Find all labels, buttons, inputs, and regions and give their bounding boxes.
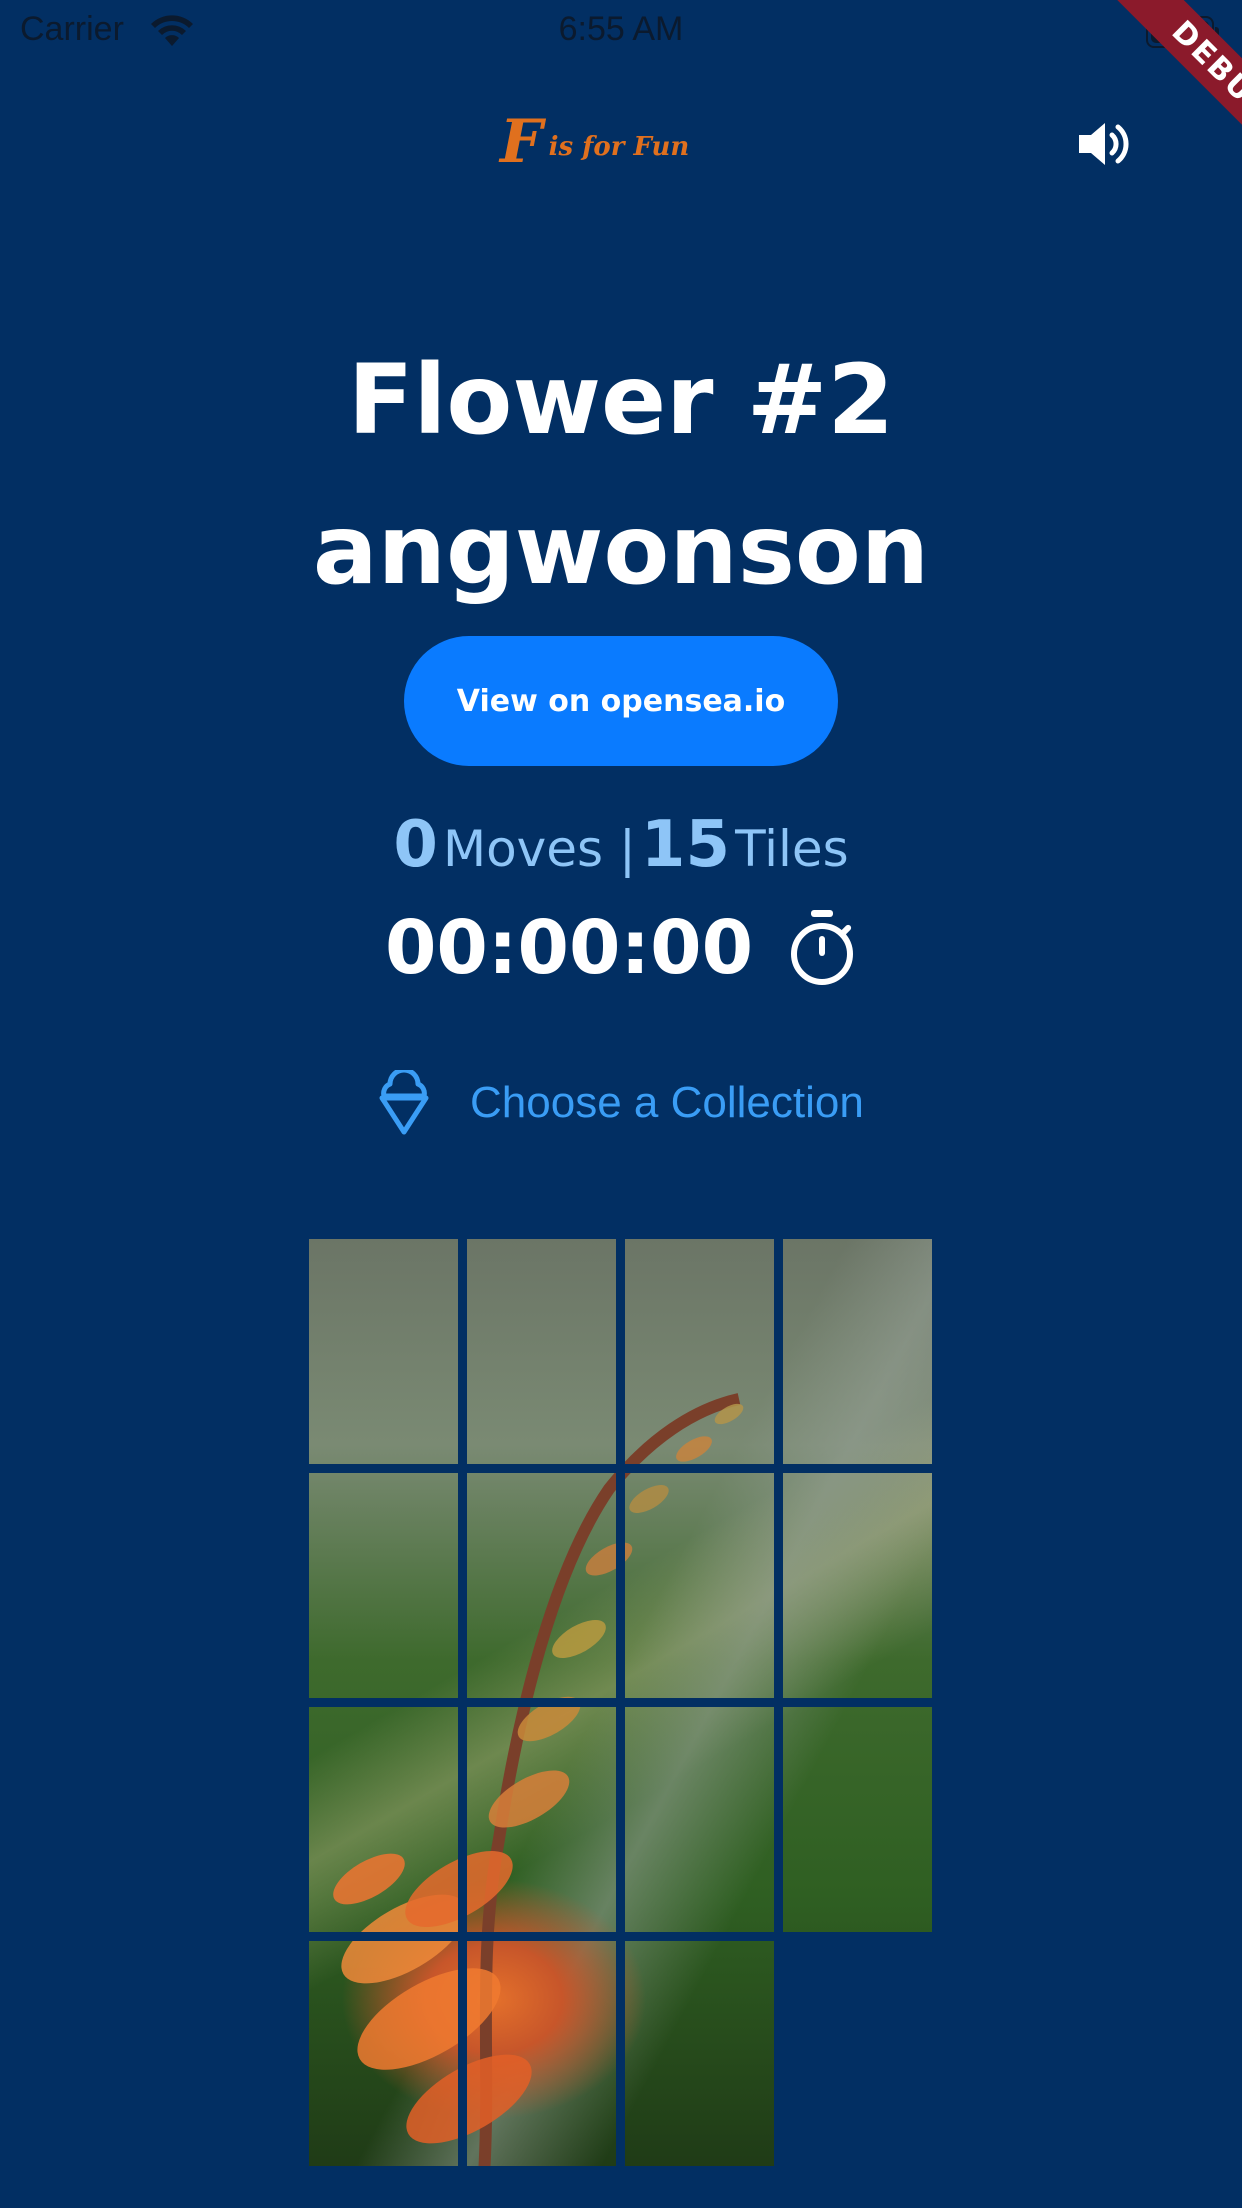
app-logo: F is for Fun bbox=[500, 112, 740, 172]
puzzle-tile[interactable] bbox=[625, 1473, 774, 1698]
logo-letter: F bbox=[500, 107, 543, 177]
puzzle-tile[interactable] bbox=[625, 1239, 774, 1464]
puzzle-tile[interactable] bbox=[309, 1941, 458, 2166]
artist-name: angwonson bbox=[312, 494, 930, 606]
puzzle-tile[interactable] bbox=[309, 1239, 458, 1464]
puzzle-tile[interactable] bbox=[783, 1239, 932, 1464]
stopwatch-icon bbox=[791, 910, 854, 985]
volume-up-icon[interactable] bbox=[1075, 115, 1133, 173]
puzzle-tile[interactable] bbox=[625, 1941, 774, 2166]
moves-label: Moves | bbox=[442, 820, 636, 878]
move-stats: 0 Moves | 15 Tiles bbox=[0, 808, 1242, 882]
status-bar: Carrier 6:55 AM bbox=[0, 0, 1242, 62]
puzzle-board bbox=[309, 1239, 934, 2176]
elapsed-timer: 00:00:00 bbox=[384, 905, 754, 991]
ice-cream-icon bbox=[379, 1070, 429, 1135]
choose-collection-link[interactable]: Choose a Collection bbox=[376, 1070, 864, 1136]
puzzle-tile[interactable] bbox=[467, 1941, 616, 2166]
nft-title: Flower #2 bbox=[347, 344, 895, 456]
puzzle-tile[interactable] bbox=[309, 1707, 458, 1932]
puzzle-tile[interactable] bbox=[467, 1239, 616, 1464]
puzzle-tile[interactable] bbox=[783, 1707, 932, 1932]
moves-count: 0 bbox=[393, 808, 438, 882]
tiles-count: 15 bbox=[640, 808, 730, 882]
puzzle-tile[interactable] bbox=[467, 1473, 616, 1698]
status-time: 6:55 AM bbox=[558, 10, 684, 48]
tiles-label: Tiles bbox=[735, 820, 849, 878]
view-on-opensea-button[interactable]: View on opensea.io bbox=[404, 636, 838, 766]
puzzle-tile[interactable] bbox=[309, 1473, 458, 1698]
puzzle-tile[interactable] bbox=[783, 1473, 932, 1698]
puzzle-tile[interactable] bbox=[467, 1707, 616, 1932]
timer-row: 00:00:00 bbox=[0, 905, 1242, 991]
logo-tagline: is for Fun bbox=[548, 132, 690, 162]
choose-collection-label: Choose a Collection bbox=[470, 1078, 864, 1127]
puzzle-tile[interactable] bbox=[625, 1707, 774, 1932]
